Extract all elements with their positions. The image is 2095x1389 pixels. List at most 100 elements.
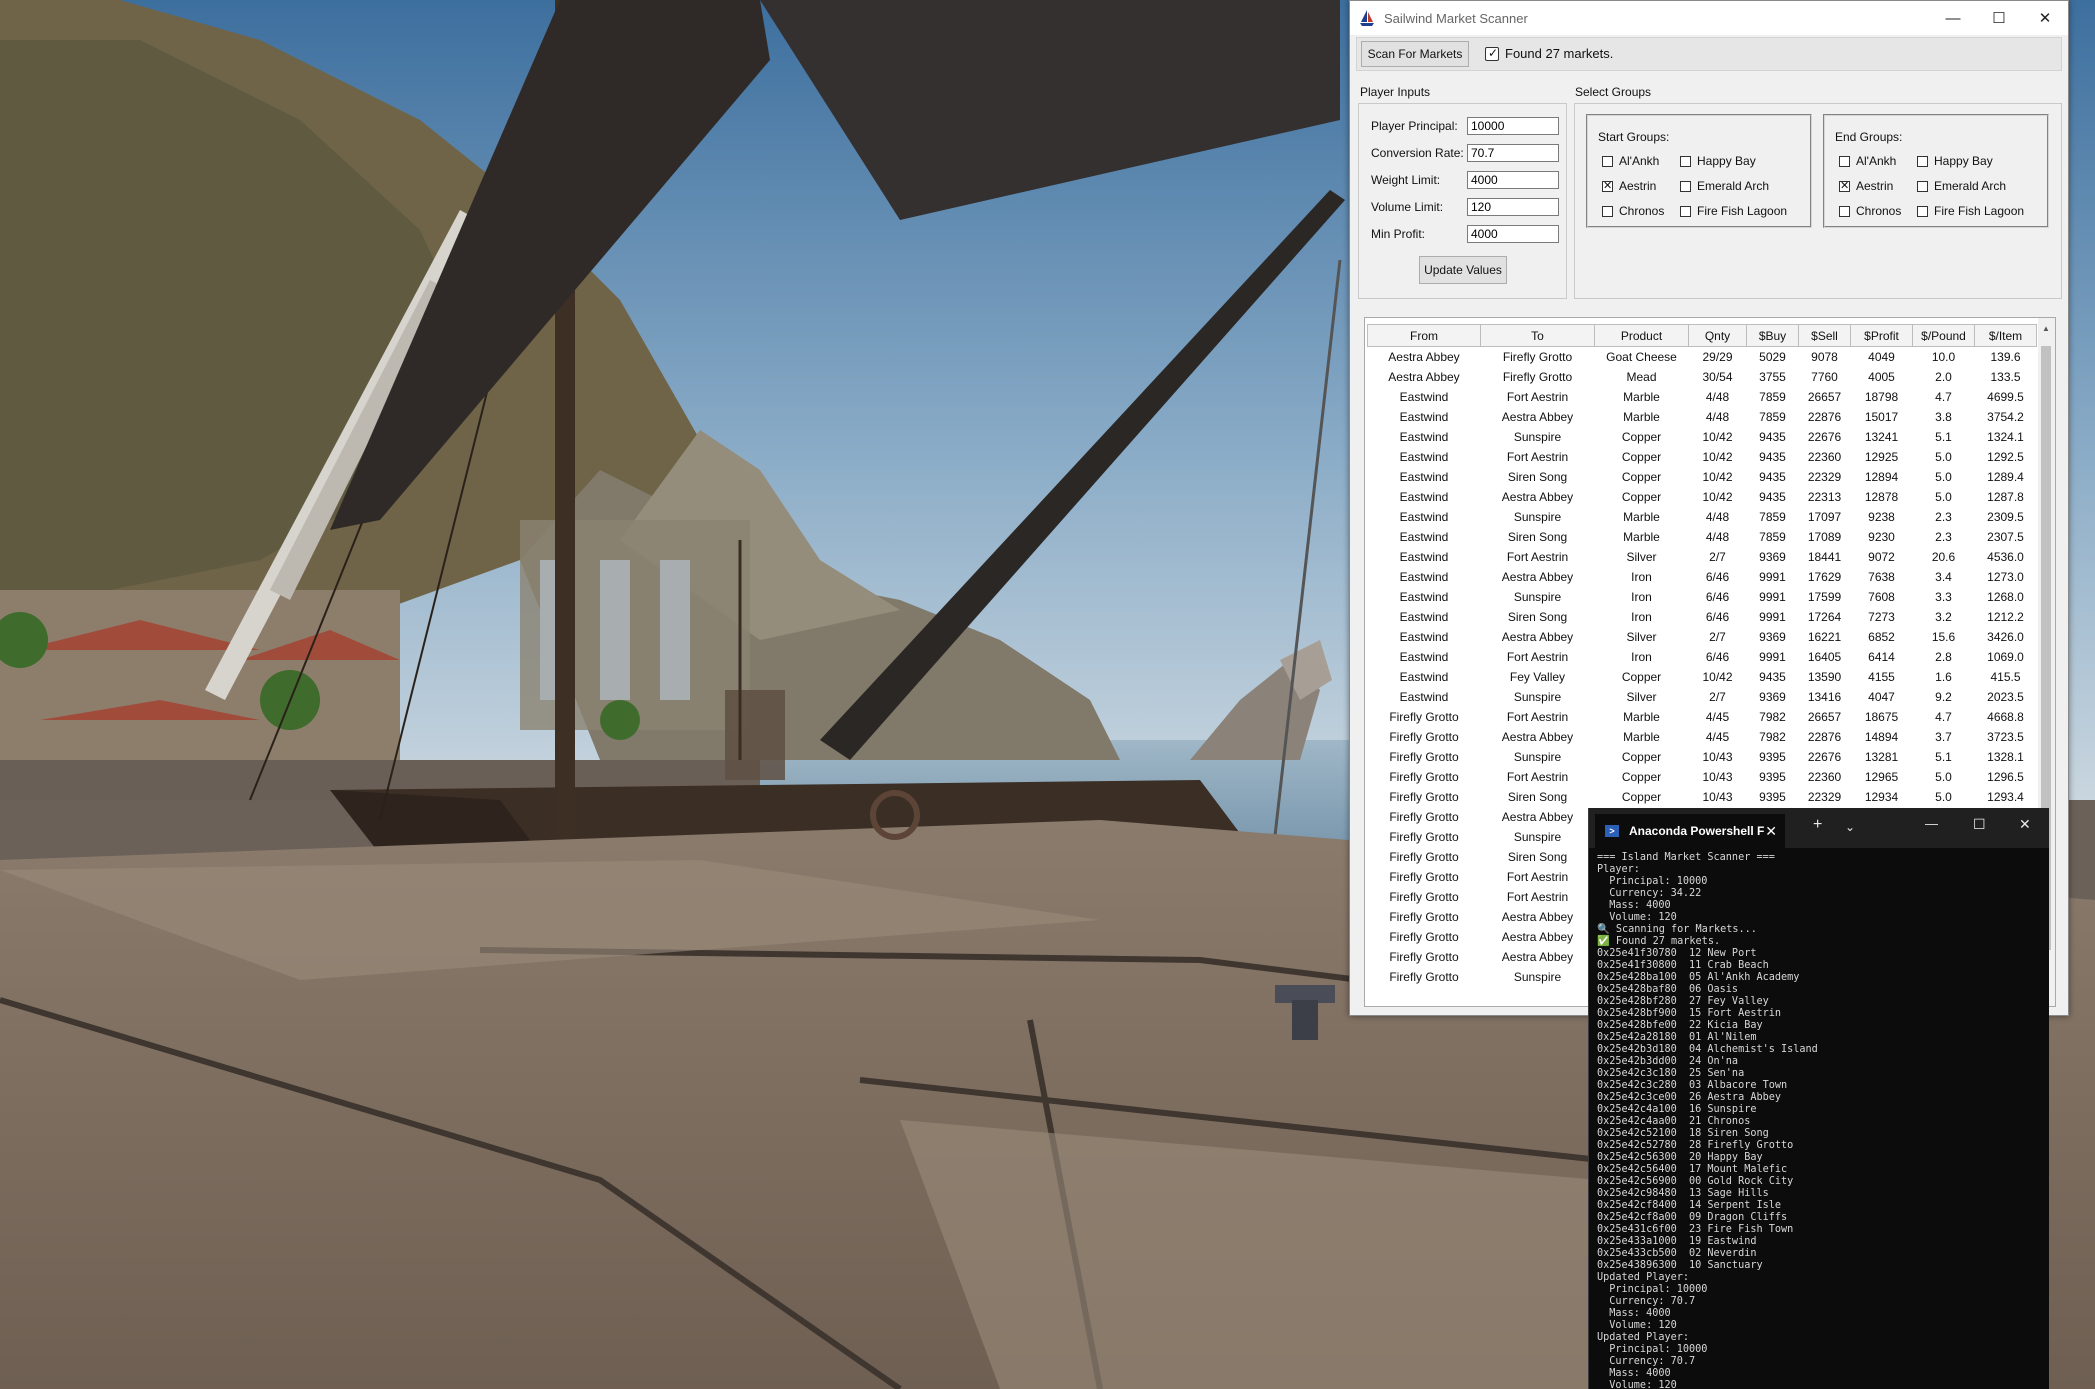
- table-row[interactable]: Eastwind Sunspire Iron 6/46 9991 17599 7608 3.3…: [1368, 587, 2037, 607]
- conversion-rate-input[interactable]: [1467, 144, 1559, 162]
- table-row[interactable]: Eastwind Siren Song Marble 4/48 7859 17089 923…: [1368, 527, 2037, 547]
- table-header-row: From To Product Qnty $Buy $Sell $Profit $/Pound…: [1367, 324, 2037, 347]
- column-header[interactable]: $Profit: [1850, 324, 1913, 347]
- table-row[interactable]: Eastwind Fort Aestrin Copper 10/42 9435 22360…: [1368, 447, 2037, 467]
- column-header[interactable]: Qnty: [1688, 324, 1747, 347]
- column-header[interactable]: $Buy: [1746, 324, 1799, 347]
- checkbox-icon[interactable]: [1680, 155, 1691, 167]
- checkbox-icon[interactable]: [1602, 205, 1613, 217]
- table-cell: 1328.1: [1987, 750, 2024, 764]
- maximize-icon[interactable]: ☐: [1976, 1, 2022, 35]
- table-row[interactable]: Eastwind Siren Song Copper 10/42 9435 22329 12…: [1368, 467, 2037, 487]
- table-cell: 1268.0: [1987, 590, 2024, 604]
- group-checkbox-chronos[interactable]: Chronos: [1839, 204, 1901, 218]
- table-row[interactable]: Eastwind Fey Valley Copper 10/42 9435 13590 41…: [1368, 667, 2037, 687]
- group-checkbox-al-ankh[interactable]: Al'Ankh: [1839, 154, 1896, 168]
- checkbox-icon[interactable]: [1839, 155, 1850, 167]
- close-icon[interactable]: ✕: [2022, 1, 2068, 35]
- table-cell: 9078: [1811, 350, 1838, 364]
- terminal-minimize-icon[interactable]: —: [1925, 816, 1938, 831]
- table-row[interactable]: Eastwind Sunspire Marble 4/48 7859 17097 9238 2…: [1368, 507, 2037, 527]
- terminal-line: 0x25e42c52100 18 Siren Song: [1597, 1128, 1769, 1139]
- table-cell: 12878: [1864, 490, 1899, 504]
- table-row[interactable]: Firefly Grotto Sunspire Copper 10/43 9395 226…: [1368, 747, 2037, 767]
- terminal-line: 0x25e428ba100 05 Al'Ankh Academy: [1597, 972, 1800, 983]
- group-checkbox-emerald-arch[interactable]: Emerald Arch: [1680, 179, 1769, 193]
- table-row[interactable]: Firefly Grotto Aestra Abbey Marble 4/45 7982…: [1368, 727, 2037, 747]
- group-checkbox-chronos[interactable]: Chronos: [1602, 204, 1664, 218]
- table-cell: 29/29: [1702, 350, 1733, 364]
- group-checkbox-fire-fish-lagoon[interactable]: Fire Fish Lagoon: [1680, 204, 1787, 218]
- table-row[interactable]: Eastwind Aestra Abbey Silver 2/7 9369 16221 68…: [1368, 627, 2037, 647]
- column-header[interactable]: To: [1480, 324, 1595, 347]
- table-cell: 2/7: [1709, 690, 1726, 704]
- table-row[interactable]: Firefly Grotto Fort Aestrin Copper 10/43 939…: [1368, 767, 2037, 787]
- table-row[interactable]: Eastwind Aestra Abbey Iron 6/46 9991 17629 763…: [1368, 567, 2037, 587]
- table-row[interactable]: Eastwind Aestra Abbey Marble 4/48 7859 22876 1…: [1368, 407, 2037, 427]
- group-checkbox-fire-fish-lagoon[interactable]: Fire Fish Lagoon: [1917, 204, 2024, 218]
- table-row[interactable]: Eastwind Sunspire Silver 2/7 9369 13416 4047 9.…: [1368, 687, 2037, 707]
- update-values-button[interactable]: Update Values: [1419, 256, 1507, 284]
- table-cell: Eastwind: [1399, 510, 1449, 524]
- column-header[interactable]: Product: [1594, 324, 1689, 347]
- column-header[interactable]: $/Item: [1974, 324, 2037, 347]
- tab-close-icon[interactable]: ✕: [1765, 823, 1777, 840]
- checkbox-icon[interactable]: [1839, 205, 1850, 217]
- table-row[interactable]: Firefly Grotto Siren Song Copper 10/43 9395 2…: [1368, 787, 2037, 807]
- table-cell: Siren Song: [1507, 850, 1568, 864]
- table-cell: 9395: [1759, 770, 1786, 784]
- table-cell: 2309.5: [1987, 510, 2024, 524]
- min-profit-input[interactable]: [1467, 225, 1559, 243]
- terminal-line: ✅ Found 27 markets.: [1597, 936, 1721, 947]
- column-header[interactable]: From: [1367, 324, 1481, 347]
- table-cell: 4155: [1868, 670, 1895, 684]
- new-tab-icon[interactable]: +: [1813, 816, 1822, 834]
- table-row[interactable]: Eastwind Fort Aestrin Marble 4/48 7859 26657 1…: [1368, 387, 2037, 407]
- table-row[interactable]: Eastwind Aestra Abbey Copper 10/42 9435 22313…: [1368, 487, 2037, 507]
- column-header[interactable]: $Sell: [1798, 324, 1851, 347]
- table-cell: 4/45: [1705, 710, 1730, 724]
- checkbox-icon[interactable]: [1917, 205, 1928, 217]
- table-row[interactable]: Aestra Abbey Firefly Grotto Goat Cheese 29/…: [1368, 347, 2037, 368]
- table-cell: Sunspire: [1513, 590, 1562, 604]
- table-cell: Firefly Grotto: [1389, 830, 1459, 844]
- group-checkbox-aestrin[interactable]: Aestrin: [1839, 179, 1893, 193]
- table-row[interactable]: Eastwind Sunspire Copper 10/42 9435 22676 1324…: [1368, 427, 2037, 447]
- checkbox-icon[interactable]: [1917, 180, 1928, 192]
- checkbox-icon[interactable]: [1680, 205, 1691, 217]
- table-cell: 139.6: [1990, 350, 2021, 364]
- table-row[interactable]: Eastwind Siren Song Iron 6/46 9991 17264 7273 3…: [1368, 607, 2037, 627]
- table-cell: 17089: [1807, 530, 1842, 544]
- table-row[interactable]: Eastwind Fort Aestrin Silver 2/7 9369 18441 90…: [1368, 547, 2037, 567]
- table-cell: 22360: [1807, 770, 1842, 784]
- scroll-up-icon[interactable]: ▲: [2042, 324, 2050, 333]
- table-cell: 6/46: [1705, 570, 1730, 584]
- terminal-close-icon[interactable]: ✕: [2019, 816, 2031, 833]
- terminal-maximize-icon[interactable]: ☐: [1973, 816, 1986, 833]
- table-row[interactable]: Eastwind Fort Aestrin Iron 6/46 9991 16405 641…: [1368, 647, 2037, 667]
- weight-limit-input[interactable]: [1467, 171, 1559, 189]
- toolbar: Scan For Markets Found 27 markets.: [1356, 37, 2062, 71]
- checkbox-icon[interactable]: [1602, 179, 1613, 193]
- column-header[interactable]: $/Pound: [1912, 324, 1975, 347]
- table-cell: Aestra Abbey: [1501, 410, 1574, 424]
- checkbox-icon[interactable]: [1839, 179, 1850, 193]
- table-row[interactable]: Aestra Abbey Firefly Grotto Mead 30/54 3755 7…: [1368, 367, 2037, 387]
- table-row[interactable]: Firefly Grotto Fort Aestrin Marble 4/45 7982…: [1368, 707, 2037, 727]
- checkbox-icon[interactable]: [1917, 155, 1928, 167]
- terminal-tab[interactable]: > Anaconda Powershell F ✕: [1595, 814, 1785, 848]
- group-checkbox-happy-bay[interactable]: Happy Bay: [1917, 154, 1993, 168]
- group-checkbox-aestrin[interactable]: Aestrin: [1602, 179, 1656, 193]
- volume-limit-input[interactable]: [1467, 198, 1559, 216]
- group-checkbox-al-ankh[interactable]: Al'Ankh: [1602, 154, 1659, 168]
- player-principal-input[interactable]: [1467, 117, 1559, 135]
- table-cell: Aestra Abbey: [1501, 910, 1574, 924]
- group-checkbox-happy-bay[interactable]: Happy Bay: [1680, 154, 1756, 168]
- terminal-line: 0x25e41f30800 11 Crab Beach: [1597, 960, 1769, 971]
- group-checkbox-emerald-arch[interactable]: Emerald Arch: [1917, 179, 2006, 193]
- scan-for-markets-button[interactable]: Scan For Markets: [1361, 41, 1469, 67]
- minimize-icon[interactable]: —: [1930, 1, 1976, 35]
- checkbox-icon[interactable]: [1680, 180, 1691, 192]
- checkbox-icon[interactable]: [1602, 155, 1613, 167]
- tab-dropdown-icon[interactable]: ⌄: [1845, 820, 1855, 834]
